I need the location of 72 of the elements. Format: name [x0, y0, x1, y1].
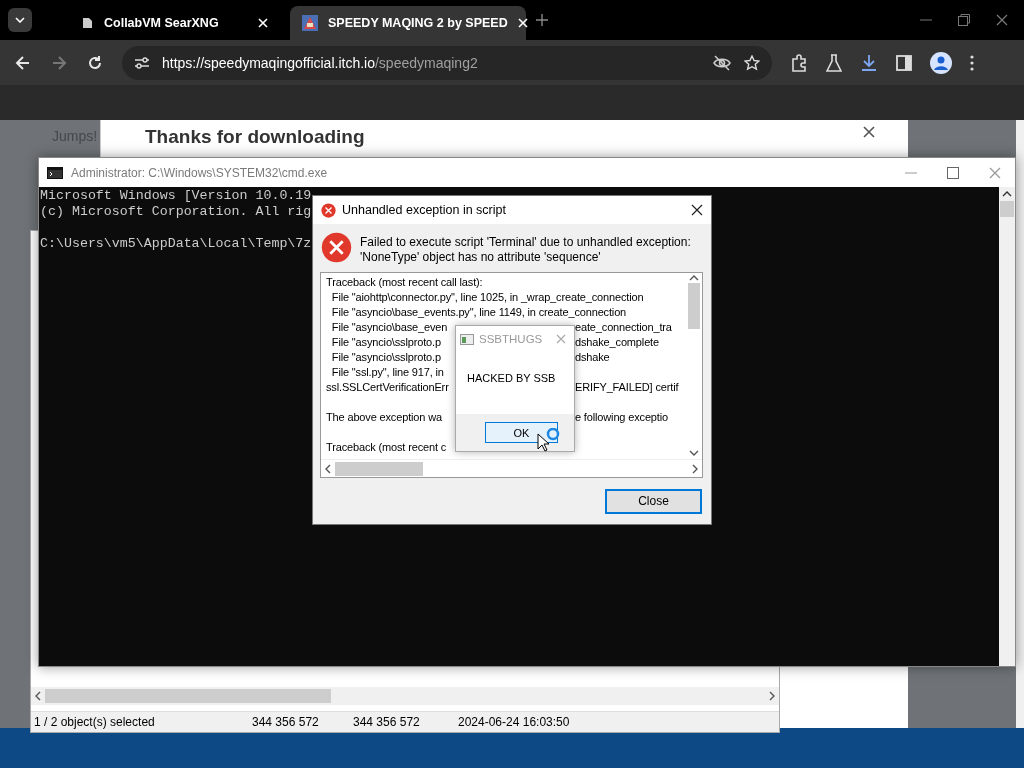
browser-tab[interactable]: SPEEDY MAQING 2 by SPEED [290, 6, 526, 40]
tab-search-button[interactable] [8, 8, 32, 32]
message-box-title: SSBTHUGS [479, 333, 543, 345]
menu-icon[interactable] [970, 54, 974, 71]
page-icon [80, 16, 94, 30]
close-tab-icon[interactable] [258, 18, 268, 28]
scroll-right-icon[interactable] [692, 463, 698, 474]
error-icon [321, 202, 336, 218]
scrollbar-thumb[interactable] [335, 461, 423, 476]
scrollbar-thumb[interactable] [688, 283, 700, 329]
window-icon [460, 333, 474, 345]
error-message: Failed to execute script 'Terminal' due to unhandled exception: [360, 235, 691, 250]
traceback-line: File "asyncio\base_events.py", line 1149, in create_connection [330, 306, 627, 318]
traceback-line: File "asyncio\base_even [330, 321, 448, 333]
scroll-up-icon[interactable] [689, 275, 699, 281]
traceback-line: Traceback (most recent call last): [326, 276, 483, 288]
game-icon [302, 15, 318, 31]
modal-title: Thanks for downloading [145, 126, 365, 148]
status-text: 2024-06-24 16:03:50 [457, 715, 571, 729]
traceback-line: File "asyncio\sslproto.p [330, 336, 441, 348]
close-button[interactable]: Close [605, 488, 702, 514]
traceback-line: File "asyncio\sslproto.p [330, 351, 441, 363]
ok-button[interactable]: OK [485, 422, 558, 443]
console-line: (c) Microsoft Corporation. All rig [40, 204, 312, 220]
scrollbar[interactable] [1016, 120, 1024, 728]
close-icon[interactable] [691, 204, 703, 216]
traceback-line: The above exception wa [326, 411, 442, 423]
status-text: 1 / 2 object(s) selected [33, 715, 156, 729]
traceback-line: File "aiohttp\connector.py", line 1025, in _wrap_create_connection [330, 291, 644, 303]
profile-icon[interactable] [930, 51, 952, 74]
scroll-left-icon[interactable] [35, 691, 41, 701]
console-line: C:\Users\vm5\AppData\Local\Temp\7z [40, 236, 312, 252]
eye-off-icon[interactable] [712, 54, 732, 71]
traceback-line: File "ssl.py", line 917, in [330, 366, 444, 378]
status-text: 344 356 572 [251, 715, 320, 729]
close-tab-icon[interactable] [517, 18, 528, 28]
extensions-icon[interactable] [790, 53, 808, 72]
dialog-title: Unhandled exception in script [342, 203, 506, 217]
download-icon[interactable] [860, 53, 878, 72]
message-text: HACKED BY SSB [467, 372, 556, 384]
console-line: Microsoft Windows [Version 10.0.19 [40, 188, 312, 204]
maximize-icon[interactable] [947, 166, 959, 179]
restore-icon[interactable] [958, 14, 970, 26]
console-icon [47, 166, 63, 179]
address-bar[interactable]: https://speedymaqingofficial.itch.io/speedymaqing2 [122, 45, 772, 80]
scrollbar-thumb[interactable] [45, 689, 331, 703]
scroll-up-icon[interactable] [1002, 191, 1012, 197]
error-message: 'NoneType' object has no attribute 'sequence' [360, 250, 602, 265]
traceback-line: ERIFY_FAILED] certif [575, 380, 679, 395]
window-title: Administrator: C:\Windows\SYSTEM32\cmd.exe [71, 165, 328, 180]
error-icon [321, 232, 352, 263]
close-icon[interactable] [863, 126, 875, 138]
traceback-line: dshake [575, 350, 610, 365]
back-button[interactable] [14, 53, 32, 72]
site-settings-icon[interactable] [134, 55, 150, 70]
new-tab-icon[interactable] [536, 14, 548, 26]
scroll-left-icon[interactable] [325, 463, 331, 474]
side-panel-icon[interactable] [896, 54, 912, 71]
scroll-down-icon[interactable] [689, 450, 699, 456]
scrollbar-thumb[interactable] [1000, 201, 1014, 217]
flask-icon[interactable] [826, 53, 842, 72]
chevron-down-icon [15, 17, 25, 23]
scroll-right-icon[interactable] [769, 691, 775, 701]
reload-button[interactable] [86, 53, 104, 72]
browser-tab[interactable]: CollabVM SearXNG [68, 6, 280, 40]
status-text: 344 356 572 [352, 715, 421, 729]
traceback-line: Traceback (most recent c [326, 441, 447, 453]
traceback-line: dshake_complete [575, 335, 659, 350]
star-icon[interactable] [744, 54, 760, 71]
traceback-line: ssl.SSLCertVerificationErr [326, 381, 449, 393]
traceback-line: eate_connection_tra [575, 320, 672, 335]
traceback-line: e following exceptio [575, 410, 668, 425]
